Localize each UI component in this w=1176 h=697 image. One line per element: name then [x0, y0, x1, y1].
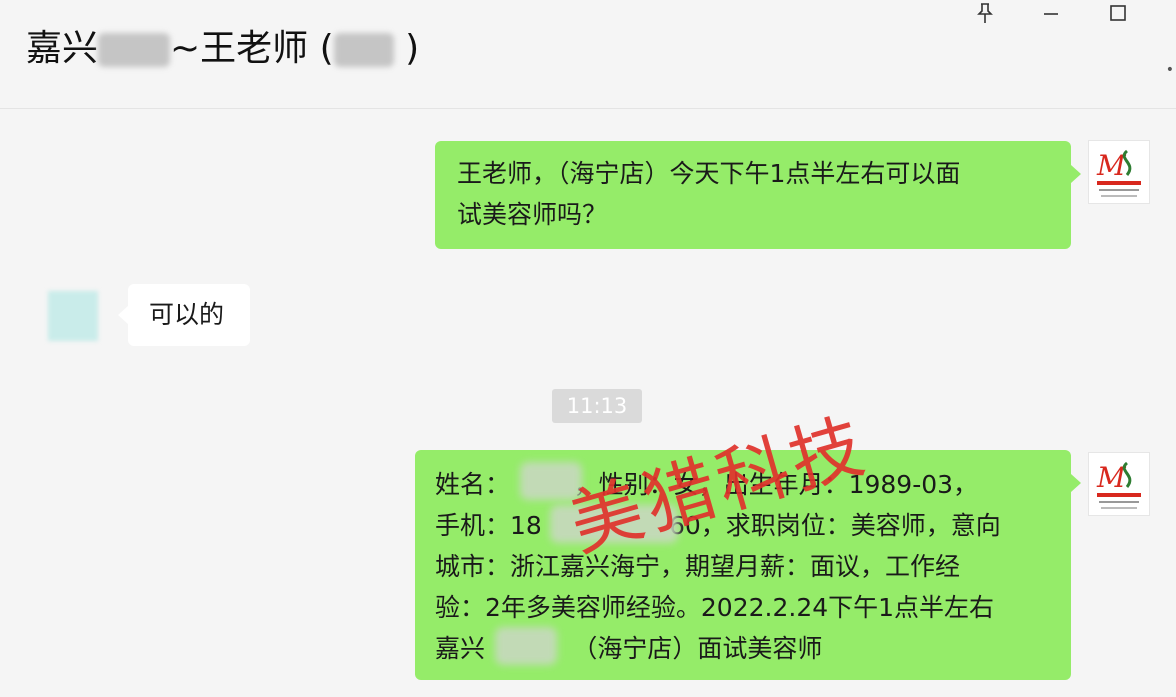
avatar-contact[interactable] [48, 291, 98, 341]
avatar-self[interactable]: M [1088, 452, 1150, 516]
bubble-tail [118, 306, 128, 324]
pin-icon[interactable] [968, 0, 1002, 26]
chat-title: 嘉兴 ~王老师 ( ) [26, 28, 420, 69]
bubble-tail [1071, 474, 1081, 492]
svg-text:M: M [1096, 461, 1127, 494]
message-timestamp: 11:13 [552, 389, 642, 423]
avatar-self[interactable]: M [1088, 140, 1150, 204]
redacted-name [333, 33, 394, 67]
message-bubble-sent[interactable]: 王老师，（海宁店）今天下午1点半左右可以面 试美容师吗？ [435, 141, 1071, 249]
maximize-icon[interactable] [1101, 0, 1135, 26]
message-bubble-received[interactable]: 可以的 [128, 284, 250, 346]
minimize-icon[interactable] [1034, 0, 1068, 26]
more-icon[interactable]: • [1166, 62, 1174, 78]
redacted-store [495, 627, 557, 665]
redacted-name [98, 33, 171, 67]
bubble-tail [1071, 165, 1081, 183]
chat-header: 嘉兴 ~王老师 ( ) • [0, 0, 1176, 109]
svg-text:M: M [1096, 149, 1127, 182]
